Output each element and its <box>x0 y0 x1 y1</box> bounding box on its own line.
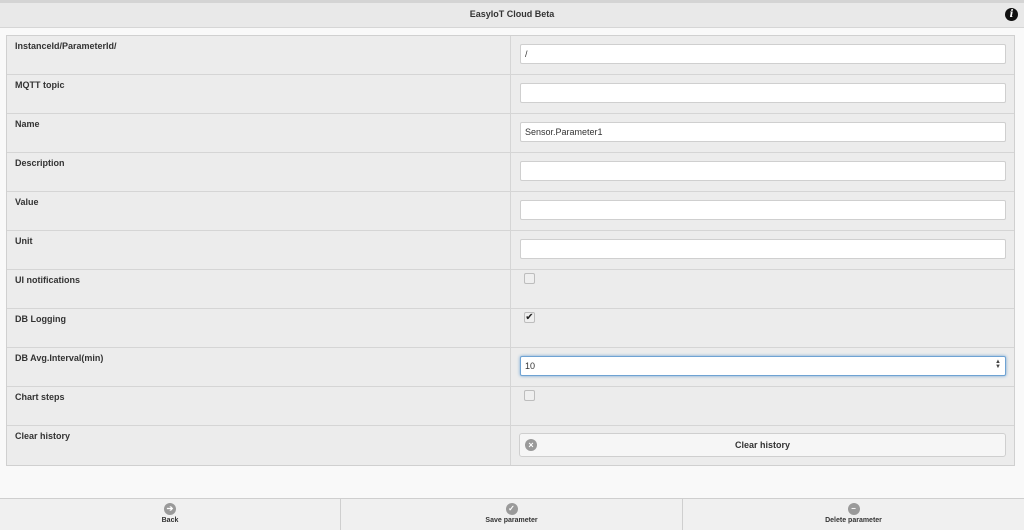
row-name: Name <box>7 114 1014 153</box>
instance-id-input[interactable] <box>520 44 1006 64</box>
row-db-avg-interval: DB Avg.Interval(min) ▲▼ <box>7 348 1014 387</box>
row-value: Value <box>7 192 1014 231</box>
db-logging-checkbox[interactable]: ✔ <box>524 312 535 323</box>
minus-circle-icon: − <box>847 503 860 515</box>
back-button-label: Back <box>161 517 179 524</box>
unit-input[interactable] <box>520 239 1006 259</box>
clear-history-button-label: Clear history <box>734 440 791 450</box>
description-label: Description <box>15 158 65 168</box>
instance-id-label: InstanceId/ParameterId/ <box>15 41 117 51</box>
delete-parameter-button[interactable]: − Delete parameter <box>682 499 1024 530</box>
db-logging-label: DB Logging <box>15 314 66 324</box>
row-unit: Unit <box>7 231 1014 270</box>
row-ui-notifications: UI notifications <box>7 270 1014 309</box>
delete-parameter-label: Delete parameter <box>825 517 882 524</box>
row-db-logging: DB Logging ✔ <box>7 309 1014 348</box>
parameter-form: InstanceId/ParameterId/ MQTT topic Name … <box>6 35 1015 466</box>
number-spinner[interactable]: ▲ ▼ <box>995 359 1001 371</box>
info-icon[interactable]: i <box>1005 8 1018 21</box>
description-input[interactable] <box>520 161 1006 181</box>
arrow-circle-icon: ➔ <box>164 503 176 515</box>
name-input[interactable] <box>520 122 1006 142</box>
chart-steps-checkbox[interactable] <box>524 390 535 401</box>
mqtt-topic-label: MQTT topic <box>15 80 65 90</box>
value-input[interactable] <box>520 200 1006 220</box>
check-circle-icon: ✓ <box>505 503 518 515</box>
app-title: EasyIoT Cloud Beta <box>469 9 555 19</box>
save-parameter-label: Save parameter <box>485 517 538 524</box>
row-description: Description <box>7 153 1014 192</box>
save-parameter-button[interactable]: ✓ Save parameter <box>340 499 682 530</box>
clear-history-button[interactable]: × Clear history <box>519 433 1006 457</box>
footer-nav: ➔ Back ✓ Save parameter − Delete paramet… <box>0 498 1024 530</box>
db-avg-interval-label: DB Avg.Interval(min) <box>15 353 104 363</box>
chart-steps-label: Chart steps <box>15 392 65 402</box>
ui-notifications-checkbox[interactable] <box>524 273 535 284</box>
db-avg-interval-wrapper: ▲▼ <box>520 356 1006 376</box>
name-label: Name <box>15 119 40 129</box>
db-avg-interval-input[interactable] <box>520 356 1006 376</box>
unit-label: Unit <box>15 236 33 246</box>
mqtt-topic-input[interactable] <box>520 83 1006 103</box>
ui-notifications-label: UI notifications <box>15 275 80 285</box>
row-instance-id: InstanceId/ParameterId/ <box>7 36 1014 75</box>
value-label: Value <box>15 197 39 207</box>
back-button[interactable]: ➔ Back <box>0 499 340 530</box>
row-clear-history: Clear history × Clear history <box>7 426 1014 465</box>
row-mqtt-topic: MQTT topic <box>7 75 1014 114</box>
clear-history-label: Clear history <box>15 431 71 441</box>
app-header: EasyIoT Cloud Beta i <box>0 0 1024 28</box>
row-chart-steps: Chart steps <box>7 387 1014 426</box>
